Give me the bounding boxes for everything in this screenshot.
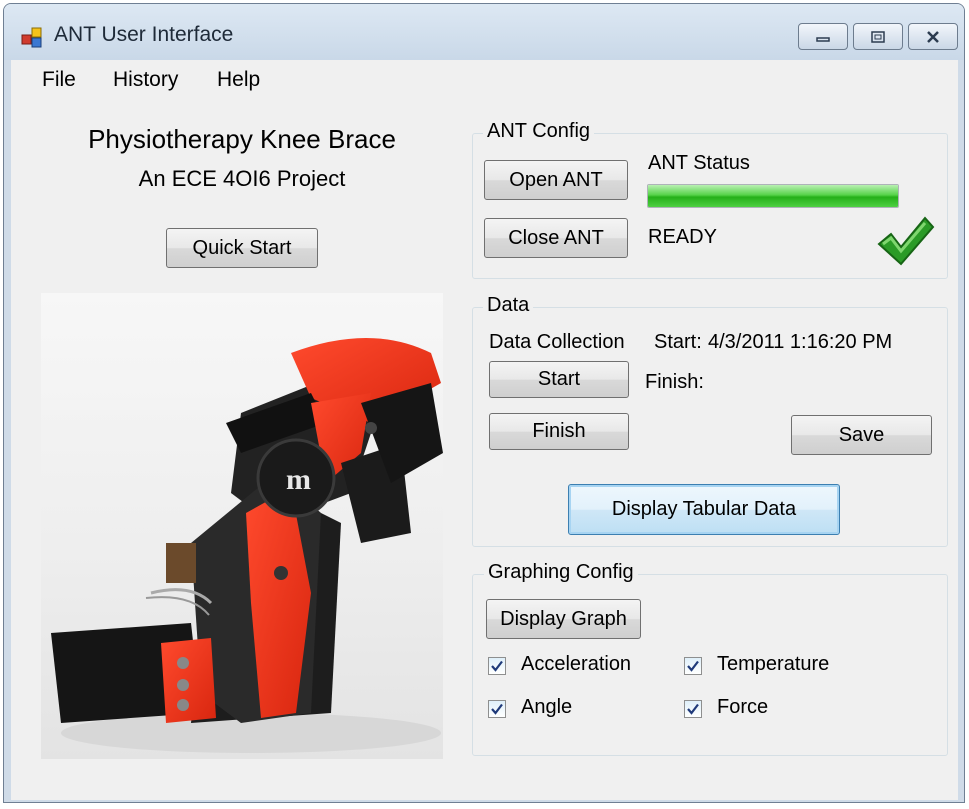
client-area: File History Help Physiotherapy Knee Bra… [11,60,958,800]
start-time-label: Start: [654,331,702,353]
minimize-button[interactable] [798,23,848,50]
ant-status-value: READY [648,226,717,248]
force-label: Force [717,696,769,718]
minimize-icon [816,36,830,42]
app-icon [21,27,42,48]
window-title: ANT User Interface [54,23,234,46]
check-icon [687,660,699,672]
menu-file[interactable]: File [42,68,76,92]
data-group-title: Data [483,294,534,317]
close-window-button[interactable] [908,23,958,50]
svg-text:m: m [286,463,311,496]
close-ant-button[interactable]: Close ANT [484,218,628,258]
ant-status-label: ANT Status [648,152,750,174]
data-collection-label: Data Collection [489,331,625,353]
ant-status-progress [647,184,899,208]
angle-checkbox[interactable] [488,700,506,718]
save-button[interactable]: Save [791,415,932,455]
force-checkbox[interactable] [684,700,702,718]
display-tabular-data-button[interactable]: Display Tabular Data [568,484,840,535]
maximize-icon [871,30,885,43]
open-ant-button[interactable]: Open ANT [484,160,628,200]
close-icon [927,30,939,43]
title-bar[interactable]: ANT User Interface [4,4,964,60]
acceleration-checkbox[interactable] [488,657,506,675]
start-collection-button[interactable]: Start [489,361,629,398]
maximize-button[interactable] [853,23,903,50]
temperature-label: Temperature [717,653,830,675]
app-subheading: An ECE 4OI6 Project [138,166,346,191]
check-icon [687,703,699,715]
display-graph-button[interactable]: Display Graph [486,599,641,639]
ant-config-title: ANT Config [483,120,595,143]
menu-history[interactable]: History [113,68,178,92]
app-window: ANT User Interface File History Help Phy… [3,3,965,803]
start-time-value: 4/3/2011 1:16:20 PM [708,331,893,353]
menu-help[interactable]: Help [217,68,260,92]
quick-start-button[interactable]: Quick Start [166,228,318,268]
angle-label: Angle [521,696,573,718]
finish-time-label: Finish: [645,371,704,393]
temperature-checkbox[interactable] [684,657,702,675]
knee-brace-image: m [41,293,443,759]
graphing-config-title: Graphing Config [484,561,638,584]
acceleration-label: Acceleration [521,653,632,675]
progress-fill [648,185,898,207]
check-icon [491,660,503,672]
finish-collection-button[interactable]: Finish [489,413,629,450]
check-icon [491,703,503,715]
app-heading: Physiotherapy Knee Brace [88,124,396,154]
menu-bar: File History Help [11,60,958,100]
checkmark-icon [877,216,935,266]
